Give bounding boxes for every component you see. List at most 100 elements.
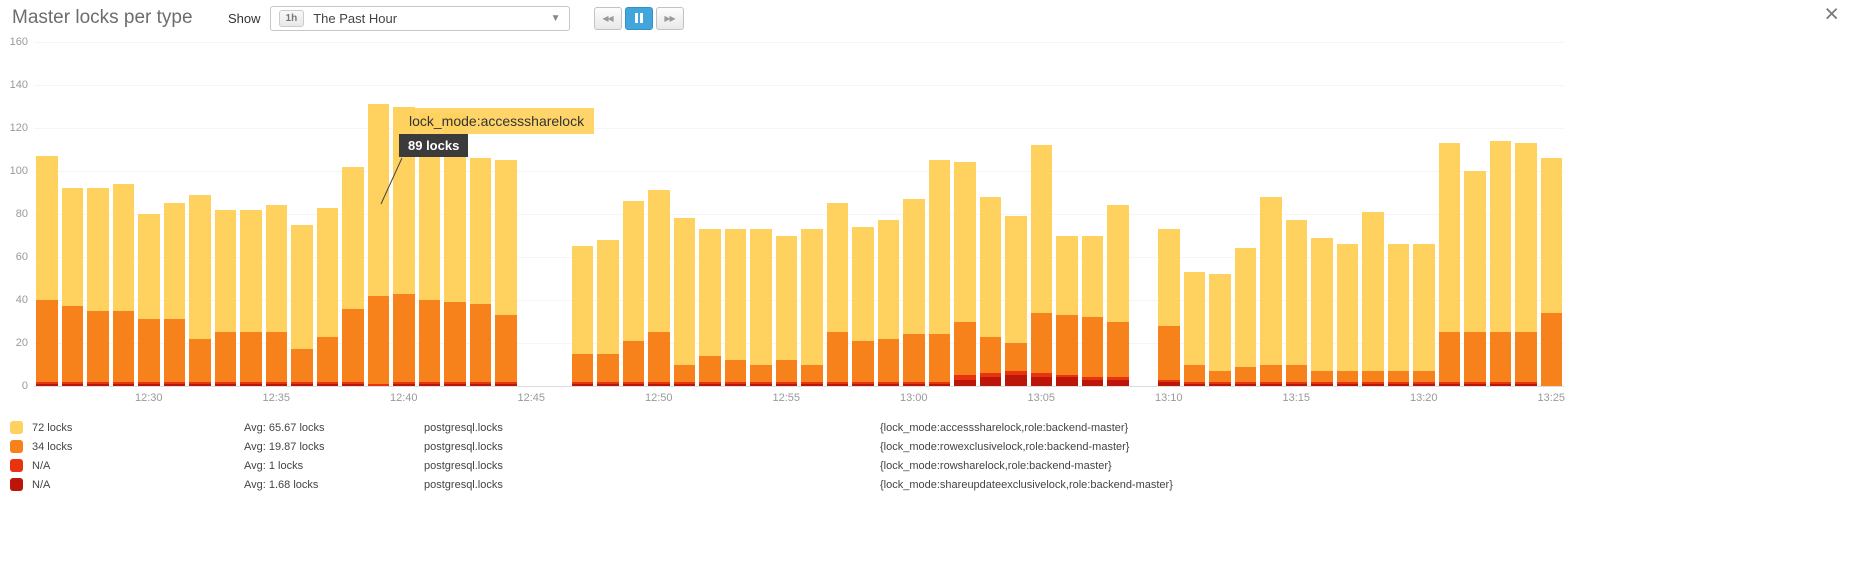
stacked-bar[interactable]	[1464, 42, 1486, 386]
forward-button[interactable]: ▶▶	[656, 7, 684, 30]
stacked-bar[interactable]	[980, 42, 1002, 386]
bar-segment-accesssharelock	[1286, 220, 1308, 364]
stacked-bar[interactable]	[1107, 42, 1129, 386]
bar-segment-accesssharelock	[1311, 238, 1333, 371]
legend-current-value: 34 locks	[32, 441, 244, 453]
stacked-bar[interactable]	[342, 42, 364, 386]
stacked-bar[interactable]	[1413, 42, 1435, 386]
stacked-bar[interactable]	[215, 42, 237, 386]
stacked-bar[interactable]	[240, 42, 262, 386]
stacked-bar[interactable]	[138, 42, 160, 386]
stacked-bar[interactable]	[1031, 42, 1053, 386]
bar-segment-rowexclusivelock	[138, 319, 160, 381]
bar-segment-shareupdateexclusivelock	[1439, 384, 1461, 386]
stacked-bar[interactable]	[674, 42, 696, 386]
legend-row[interactable]: 72 locksAvg: 65.67 lockspostgresql.locks…	[10, 418, 1851, 437]
legend-avg-value: Avg: 1 locks	[244, 460, 424, 472]
bar-segment-shareupdateexclusivelock	[1107, 380, 1129, 386]
bar-segment-accesssharelock	[240, 210, 262, 333]
stacked-bar[interactable]	[1056, 42, 1078, 386]
bar-segment-rowexclusivelock	[62, 306, 84, 381]
show-label: Show	[228, 11, 261, 26]
stacked-bar[interactable]	[1005, 42, 1027, 386]
bar-segment-shareupdateexclusivelock	[623, 384, 645, 386]
stacked-bar[interactable]	[1515, 42, 1537, 386]
stacked-bar[interactable]	[317, 42, 339, 386]
rewind-button[interactable]: ◀◀	[594, 7, 622, 30]
stacked-bar[interactable]	[1082, 42, 1104, 386]
stacked-bar[interactable]	[1337, 42, 1359, 386]
bar-segment-shareupdateexclusivelock	[393, 384, 415, 386]
legend-row[interactable]: N/AAvg: 1 lockspostgresql.locks{lock_mod…	[10, 456, 1851, 475]
stacked-bar[interactable]	[827, 42, 849, 386]
bar-segment-rowexclusivelock	[980, 337, 1002, 374]
x-tick-label: 12:45	[517, 392, 545, 404]
stacked-bar[interactable]	[725, 42, 747, 386]
stacked-bar[interactable]	[266, 42, 288, 386]
bar-segment-accesssharelock	[1082, 236, 1104, 318]
y-tick-label: 100	[2, 165, 28, 177]
stacked-bar[interactable]	[368, 42, 390, 386]
stacked-bar[interactable]	[1235, 42, 1257, 386]
stacked-bar[interactable]	[1286, 42, 1308, 386]
stacked-bar[interactable]	[648, 42, 670, 386]
bar-segment-shareupdateexclusivelock	[699, 384, 721, 386]
stacked-bar[interactable]	[954, 42, 976, 386]
stacked-bar[interactable]	[776, 42, 798, 386]
stacked-bar[interactable]	[878, 42, 900, 386]
close-icon[interactable]: ×	[1824, 2, 1839, 27]
timeframe-select[interactable]: 1h The Past Hour ▼	[270, 6, 570, 31]
stacked-bar[interactable]	[623, 42, 645, 386]
legend-scope: {lock_mode:accesssharelock,role:backend-…	[880, 422, 1128, 434]
legend-swatch	[10, 440, 23, 453]
stacked-bar[interactable]	[1490, 42, 1512, 386]
pause-button[interactable]	[625, 7, 653, 30]
bar-segment-shareupdateexclusivelock	[903, 384, 925, 386]
stacked-bar[interactable]	[419, 42, 441, 386]
bar-segment-shareupdateexclusivelock	[1184, 384, 1206, 386]
legend-row[interactable]: 34 locksAvg: 19.87 lockspostgresql.locks…	[10, 437, 1851, 456]
bar-segment-rowexclusivelock	[266, 332, 288, 381]
legend-row[interactable]: N/AAvg: 1.68 lockspostgresql.locks{lock_…	[10, 475, 1851, 494]
bar-segment-rowexclusivelock	[852, 341, 874, 382]
stacked-bar[interactable]	[291, 42, 313, 386]
legend-scope: {lock_mode:rowsharelock,role:backend-mas…	[880, 460, 1112, 472]
stacked-bar[interactable]	[929, 42, 951, 386]
stacked-bar[interactable]	[36, 42, 58, 386]
bar-segment-shareupdateexclusivelock	[980, 377, 1002, 386]
bar-segment-shareupdateexclusivelock	[266, 384, 288, 386]
stacked-bar[interactable]	[1311, 42, 1333, 386]
stacked-bar[interactable]	[393, 42, 415, 386]
stacked-bar[interactable]	[1184, 42, 1206, 386]
stacked-bar[interactable]	[699, 42, 721, 386]
stacked-bar[interactable]	[1260, 42, 1282, 386]
stacked-bar[interactable]	[801, 42, 823, 386]
stacked-bar[interactable]	[495, 42, 517, 386]
stacked-bar[interactable]	[189, 42, 211, 386]
stacked-bar[interactable]	[1541, 42, 1563, 386]
stacked-bar[interactable]	[1362, 42, 1384, 386]
stacked-bar[interactable]	[903, 42, 925, 386]
stacked-bar[interactable]	[87, 42, 109, 386]
bar-segment-rowsharelock	[852, 382, 874, 384]
stacked-bar[interactable]	[597, 42, 619, 386]
stacked-bar[interactable]	[444, 42, 466, 386]
bar-segment-rowsharelock	[1260, 382, 1282, 384]
stacked-bar[interactable]	[750, 42, 772, 386]
bar-segment-rowexclusivelock	[164, 319, 186, 381]
stacked-bar[interactable]	[572, 42, 594, 386]
stacked-bar[interactable]	[62, 42, 84, 386]
bar-segment-rowexclusivelock	[342, 309, 364, 382]
stacked-bar[interactable]	[164, 42, 186, 386]
stacked-bar[interactable]	[1439, 42, 1461, 386]
timeframe-badge: 1h	[279, 10, 305, 27]
stacked-bar[interactable]	[1158, 42, 1180, 386]
stacked-bar[interactable]	[852, 42, 874, 386]
bar-segment-accesssharelock	[87, 188, 109, 311]
stacked-bar[interactable]	[1209, 42, 1231, 386]
bar-segment-rowexclusivelock	[1464, 332, 1486, 381]
stacked-bar[interactable]	[1388, 42, 1410, 386]
bar-segment-accesssharelock	[1490, 141, 1512, 332]
stacked-bar[interactable]	[470, 42, 492, 386]
stacked-bar[interactable]	[113, 42, 135, 386]
